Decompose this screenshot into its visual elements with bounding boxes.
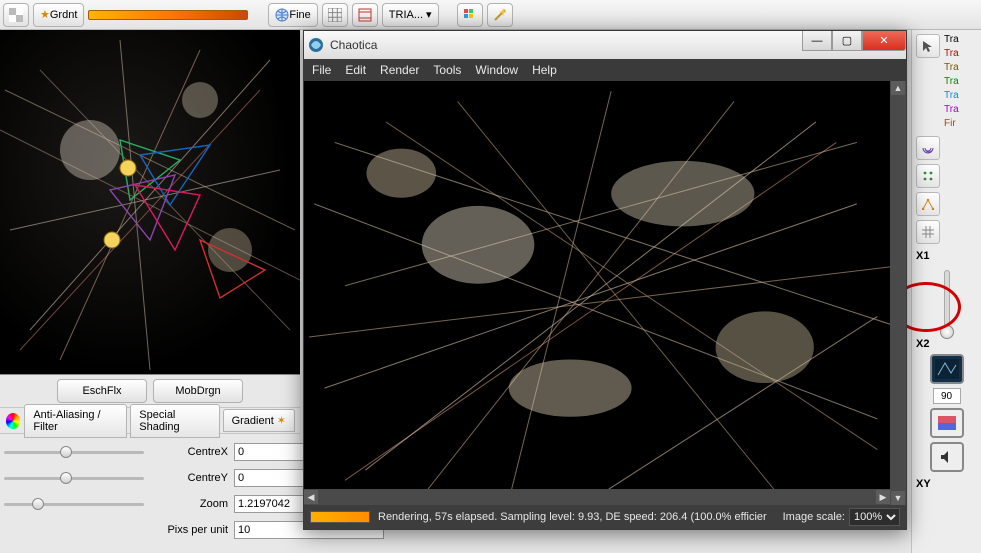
rainbow-icon[interactable] [6,413,20,429]
transform-triangles[interactable] [80,130,270,300]
render-viewport[interactable]: ▲ ▼ ◀ ▶ [304,81,906,505]
ppu-label: Pixs per unit [150,524,228,536]
rail-label-item[interactable]: Fir [944,118,968,132]
rail-label-item[interactable]: Tra [944,90,968,104]
window-title: Chaotica [330,38,377,52]
close-button[interactable]: ✕ [862,31,906,51]
gradient-preview[interactable] [88,10,248,20]
top-toolbar: ★ Grdnt Fine TRIA... ▾ [0,0,981,30]
menu-edit[interactable]: Edit [345,63,366,77]
tab-anti-aliasing[interactable]: Anti-Aliasing / Filter [24,404,127,438]
editor-panel: EschFlx MobDrgn Anti-Aliasing / Filter S… [0,30,300,553]
rail-label-item[interactable]: Tra [944,48,968,62]
spiral-icon [922,142,934,154]
minimize-button[interactable]: — [802,31,832,51]
tria-dropdown[interactable]: TRIA... ▾ [382,3,439,27]
node-preview-icon [935,359,959,379]
gradient-label: Grdnt [50,9,78,21]
scroll-right-icon[interactable]: ▶ [876,490,890,504]
properties-form: CentreX CentreY Zoom Pixs per unit [0,434,300,550]
speaker-icon [940,450,954,464]
rail-label-item[interactable]: Tra [944,104,968,118]
horizontal-scrollbar[interactable]: ◀ ▶ [304,489,890,505]
vertical-scrollbar[interactable]: ▲ ▼ [890,81,906,505]
rail-labels: TraTraTraTraTraTraFir [944,34,968,132]
grid-icon [328,8,342,22]
render-fractal [304,81,906,505]
node-thumb-2[interactable] [930,408,964,438]
chaotica-window[interactable]: Chaotica — ▢ ✕ File Edit Render Tools Wi… [303,30,907,530]
app-icon [308,37,324,53]
node-slider[interactable] [944,270,950,330]
centrex-label: CentreX [150,446,228,458]
rail-grid2[interactable] [916,220,940,244]
star-icon: ✶ [277,414,286,427]
menu-window[interactable]: Window [475,63,518,77]
chevron-down-icon: ▾ [426,8,432,21]
tab-special-shading[interactable]: Special Shading [130,404,219,438]
tab-gradient[interactable]: Gradient ✶ [223,409,295,432]
rail-label-item[interactable]: Tra [944,76,968,90]
scroll-left-icon[interactable]: ◀ [304,490,318,504]
menu-help[interactable]: Help [532,63,557,77]
image-scale-label: Image scale: [783,511,845,523]
tabs-row: Anti-Aliasing / Filter Special Shading G… [0,408,300,434]
rail-label-item[interactable]: Tra [944,34,968,48]
globe-icon [275,8,289,22]
menu-tools[interactable]: Tools [433,63,461,77]
window-titlebar[interactable]: Chaotica — ▢ ✕ [304,31,906,59]
node-thumb-3[interactable] [930,442,964,472]
rail-vector[interactable] [916,192,940,216]
fine-label: Fine [289,9,310,21]
rail-label-item[interactable]: Tra [944,62,968,76]
menubar: File Edit Render Tools Window Help [304,59,906,81]
film-icon [358,8,372,22]
centrex-slider[interactable] [4,443,144,461]
star-icon: ★ [40,8,50,21]
status-bar: Rendering, 57s elapsed. Sampling level: … [304,505,906,529]
rail-cursor[interactable] [916,34,940,58]
scroll-up-icon[interactable]: ▲ [891,81,905,95]
image-scale-select[interactable]: 100% [849,508,900,526]
centrey-slider[interactable] [4,469,144,487]
x1-label: X1 [916,250,977,262]
wand-icon [493,8,507,22]
centrey-label: CentreY [150,472,228,484]
status-text: Rendering, 57s elapsed. Sampling level: … [378,511,775,523]
node-thumb-selected[interactable] [930,354,964,384]
tria-label: TRIA... [389,9,423,21]
cursor-icon [922,40,934,52]
rail-spiral[interactable] [916,136,940,160]
zoom-slider[interactable] [4,495,144,513]
eschflx-button[interactable]: EschFlx [57,379,147,403]
mobdrgn-button[interactable]: MobDrgn [153,379,243,403]
grid-button[interactable] [322,3,348,27]
scroll-down-icon[interactable]: ▼ [891,491,905,505]
fine-button[interactable]: Fine [268,3,317,27]
swatch-icon [938,416,956,430]
xy-label: XY [916,478,977,490]
wand-button[interactable] [487,3,513,27]
x2-label: X2 [916,338,977,350]
right-rail: TraTraTraTraTraTraFir X1 X2 XY [911,30,981,553]
menu-file[interactable]: File [312,63,331,77]
grid2-icon [922,226,934,238]
vector-icon [922,198,934,210]
palette-icon [463,8,477,22]
angle-input[interactable] [933,388,961,404]
palette-button[interactable] [457,3,483,27]
zoom-label: Zoom [150,498,228,510]
rail-dots[interactable] [916,164,940,188]
dots-icon [922,170,934,182]
progress-bar [310,511,370,523]
editor-canvas[interactable] [0,30,300,375]
menu-render[interactable]: Render [380,63,419,77]
checker-toggle[interactable] [3,3,29,27]
tab-gradient-label: Gradient [232,415,274,427]
gradient-button[interactable]: ★ Grdnt [33,3,84,27]
film-button[interactable] [352,3,378,27]
maximize-button[interactable]: ▢ [832,31,862,51]
